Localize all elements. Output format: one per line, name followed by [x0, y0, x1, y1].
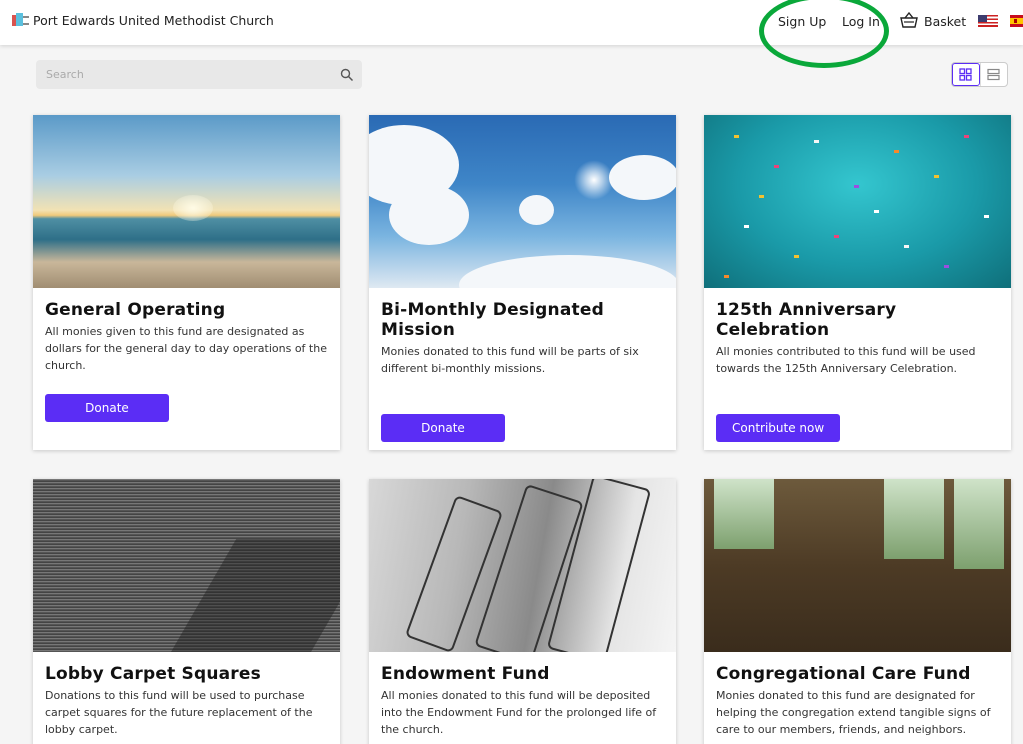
- spain-flag-icon[interactable]: [1010, 15, 1023, 27]
- top-header: Port Edwards United Methodist Church Sig…: [0, 0, 1023, 45]
- sign-up-link[interactable]: Sign Up: [778, 14, 826, 29]
- card-image: [369, 115, 676, 288]
- donate-button[interactable]: Donate: [45, 394, 169, 422]
- card-title: Endowment Fund: [381, 664, 550, 684]
- card-title: Lobby Carpet Squares: [45, 664, 261, 684]
- card-title: Congregational Care Fund: [716, 664, 971, 684]
- basket-button[interactable]: Basket: [900, 11, 967, 31]
- card-description: All monies given to this fund are design…: [45, 325, 327, 372]
- card-description: Monies donated to this fund are designat…: [716, 689, 991, 736]
- fund-card: 125th Anniversary Celebration All monies…: [704, 115, 1011, 450]
- brand-name[interactable]: Port Edwards United Methodist Church: [33, 13, 274, 28]
- fund-card: Bi-Monthly Designated Mission Monies don…: [369, 115, 676, 450]
- fund-card: Congregational Care Fund Monies donated …: [704, 479, 1011, 744]
- search-input[interactable]: [46, 68, 336, 81]
- basket-icon: [900, 11, 918, 31]
- view-toggle: [951, 62, 1008, 87]
- contribute-button[interactable]: Contribute now: [716, 414, 841, 442]
- church-logo-icon: [12, 13, 29, 28]
- card-image: [33, 115, 340, 288]
- fund-card: Endowment Fund All monies donated to thi…: [369, 479, 676, 744]
- card-title: Bi-Monthly Designated Mission: [381, 300, 604, 340]
- card-image: [704, 479, 1011, 652]
- search-bar: [36, 60, 362, 89]
- donate-button[interactable]: Donate: [381, 414, 505, 442]
- search-icon[interactable]: [340, 67, 354, 82]
- card-description: Donations to this fund will be used to p…: [45, 689, 313, 736]
- basket-label: Basket: [924, 14, 967, 29]
- fund-card: Lobby Carpet Squares Donations to this f…: [33, 479, 340, 744]
- fund-card: General Operating All monies given to th…: [33, 115, 340, 450]
- card-image: [369, 479, 676, 652]
- card-title: 125th Anniversary Celebration: [716, 300, 897, 340]
- card-description: Monies donated to this fund will be part…: [381, 345, 639, 375]
- log-in-link[interactable]: Log In: [842, 14, 880, 29]
- card-description: All monies contributed to this fund will…: [716, 345, 976, 375]
- list-view-icon[interactable]: [979, 63, 1007, 86]
- card-description: All monies donated to this fund will be …: [381, 689, 657, 736]
- card-image: [33, 479, 340, 652]
- card-title: General Operating: [45, 300, 226, 320]
- us-flag-icon[interactable]: [978, 15, 998, 27]
- card-image: [704, 115, 1011, 288]
- grid-view-icon[interactable]: [952, 63, 980, 86]
- brand[interactable]: Port Edwards United Methodist Church: [12, 13, 274, 28]
